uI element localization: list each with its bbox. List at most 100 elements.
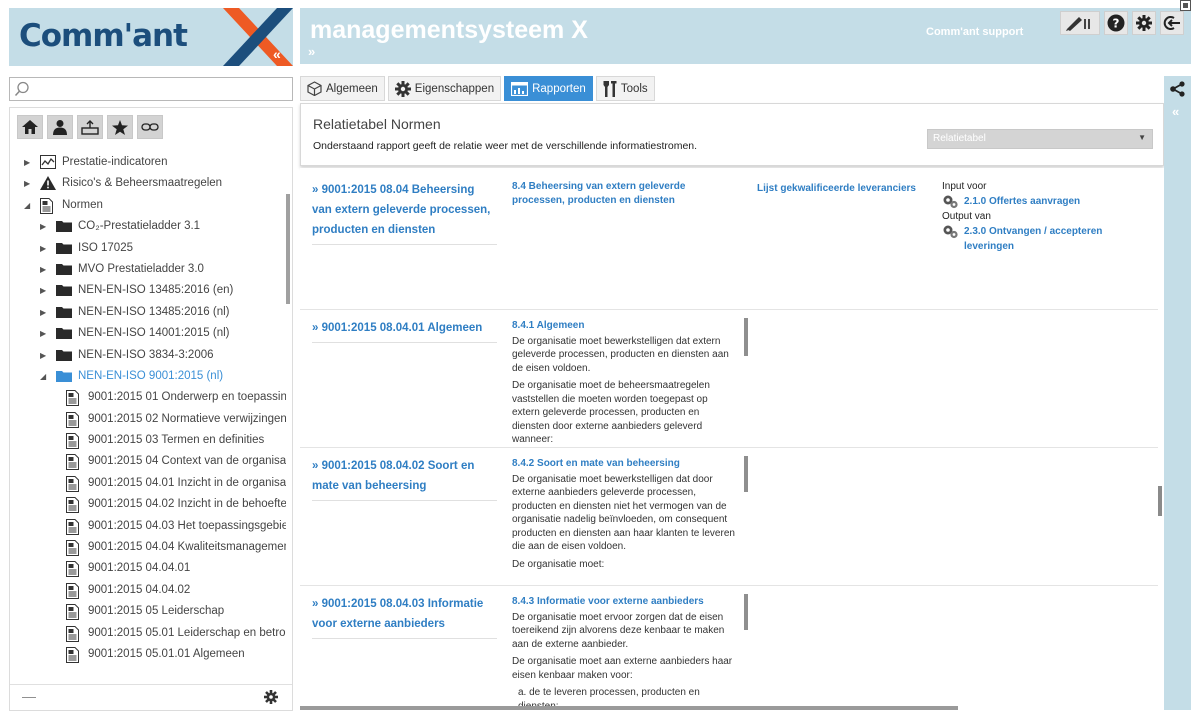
right-panel-collapse-button[interactable]: «	[1172, 104, 1179, 119]
edit-button[interactable]	[1060, 11, 1100, 35]
tree-item[interactable]: 9001:2015 04.04.01	[10, 558, 286, 579]
expand-arrow-icon[interactable]: ▶	[40, 323, 46, 344]
tree-item[interactable]: 9001:2015 04.04.02	[10, 580, 286, 601]
collapse-arrow-icon[interactable]: ◢	[24, 195, 30, 216]
tree-item[interactable]: ▶ MVO Prestatieladder 3.0	[10, 259, 286, 280]
tree-item[interactable]: ▶ CO₂-Prestatieladder 3.1	[10, 216, 286, 237]
logout-button[interactable]	[1160, 11, 1184, 35]
tree-item[interactable]: 9001:2015 01 Onderwerp en toepassing	[10, 387, 286, 408]
share-icon[interactable]	[1170, 81, 1185, 97]
tree-item[interactable]: ▶ Prestatie-indicatoren	[10, 152, 286, 173]
tab-eigenschappen[interactable]: Eigenschappen	[387, 76, 502, 101]
tree-item[interactable]: ◢ Normen	[10, 195, 286, 216]
logo-panel: Comm'ant «	[9, 8, 293, 66]
document-icon	[66, 604, 79, 621]
chart-icon	[40, 155, 56, 169]
header-icons: ?	[1060, 11, 1184, 35]
tree-item[interactable]: 9001:2015 05 Leiderschap	[10, 601, 286, 622]
home-button[interactable]	[17, 115, 43, 139]
norm-text: 8.4 Beheersing van extern geleverde proc…	[512, 180, 737, 209]
tree-item-label: 9001:2015 04.03 Het toepassingsgebied	[88, 519, 286, 532]
links-button[interactable]	[137, 115, 163, 139]
report-table: » 9001:2015 08.04 Beheersing van extern …	[300, 168, 1164, 706]
tree-scrollbar[interactable]	[286, 194, 290, 304]
link-icon	[141, 123, 159, 131]
settings-button[interactable]	[1132, 11, 1156, 35]
expand-arrow-icon[interactable]: ▶	[40, 238, 46, 259]
tree-item[interactable]: ▶ NEN-EN-ISO 13485:2016 (nl)	[10, 302, 286, 323]
expand-arrow-icon[interactable]: ▶	[40, 345, 46, 366]
report-horizontal-scrollbar[interactable]	[300, 706, 958, 710]
norm-link[interactable]: » 9001:2015 08.04.02 Soort en mate van b…	[312, 456, 497, 501]
norm-heading[interactable]: 8.4.1 Algemeen	[512, 319, 737, 333]
tree-item-label: 9001:2015 05.01.01 Algemeen	[88, 647, 245, 660]
fullscreen-icon[interactable]	[1180, 0, 1191, 11]
output-process-link[interactable]: 2.3.0 Ontvangen / accepteren leveringen	[964, 226, 1102, 252]
chevron-down-icon: ▼	[1138, 133, 1146, 142]
tree-item[interactable]: 9001:2015 04.02 Inzicht in de behoeften	[10, 494, 286, 515]
folder-icon	[56, 328, 72, 340]
tree-item-label: 9001:2015 04.04.02	[88, 583, 191, 596]
tree-item[interactable]: ▶ NEN-EN-ISO 13485:2016 (en)	[10, 280, 286, 301]
norm-heading[interactable]: 8.4.2 Soort en mate van beheersing	[512, 457, 737, 471]
tree-item[interactable]: ▶ NEN-EN-ISO 14001:2015 (nl)	[10, 323, 286, 344]
help-button[interactable]: ?	[1104, 11, 1128, 35]
tree-item[interactable]: 9001:2015 05.01.01 Algemeen	[10, 644, 286, 665]
favorites-button[interactable]	[107, 115, 133, 139]
tree-item-label: 9001:2015 04.04.01	[88, 562, 191, 575]
tree-item[interactable]: ◢ NEN-EN-ISO 9001:2015 (nl)	[10, 366, 286, 387]
expand-arrow-icon[interactable]: ▶	[40, 259, 46, 280]
norm-link[interactable]: » 9001:2015 08.04.03 Informatie voor ext…	[312, 594, 497, 639]
tree-item[interactable]: ▶ Risico's & Beheersmaatregelen	[10, 173, 286, 194]
search-input[interactable]	[34, 80, 284, 98]
norm-link[interactable]: » 9001:2015 08.04 Beheersing van extern …	[312, 180, 497, 245]
report-select-value: Relatietabel	[933, 133, 986, 144]
expand-arrow-icon[interactable]: ▶	[24, 152, 30, 173]
document-icon	[66, 454, 79, 471]
inbox-icon	[81, 119, 99, 135]
tab-tools[interactable]: Tools	[595, 76, 655, 101]
tree-item-label: NEN-EN-ISO 9001:2015 (nl)	[78, 369, 224, 382]
tree-item[interactable]: 9001:2015 02 Normatieve verwijzingen	[10, 409, 286, 430]
norm-text: 8.4.1 Algemeen De organisatie moet bewer…	[512, 319, 737, 451]
sidebar-collapse-button[interactable]: «	[273, 46, 281, 62]
tab-label: Eigenschappen	[414, 82, 495, 95]
tree-item[interactable]: 9001:2015 04 Context van de organisatie	[10, 451, 286, 472]
tree-item-label: NEN-EN-ISO 14001:2015 (nl)	[78, 327, 230, 340]
tree-footer-collapse[interactable]: —	[22, 688, 36, 704]
report-type-select[interactable]: Relatietabel ▼	[927, 129, 1153, 149]
report-vertical-scrollbar[interactable]	[1158, 486, 1162, 516]
norm-heading[interactable]: 8.4 Beheersing van extern geleverde proc…	[512, 180, 737, 207]
text-scroll-indicator	[744, 456, 748, 492]
gear-icon[interactable]	[264, 690, 278, 704]
expand-arrow-icon[interactable]: ▶	[24, 173, 30, 194]
inbox-button[interactable]	[77, 115, 103, 139]
svg-text:?: ?	[1113, 17, 1120, 31]
tree-item[interactable]: 9001:2015 04.01 Inzicht in de organisati…	[10, 473, 286, 494]
tab-rapporten[interactable]: Rapporten	[504, 76, 593, 101]
expand-arrow-icon[interactable]: ▶	[40, 280, 46, 301]
tree-item[interactable]: ▶ NEN-EN-ISO 3834-3:2006	[10, 345, 286, 366]
document-icon	[66, 390, 79, 407]
collapse-arrow-icon[interactable]: ◢	[40, 366, 46, 387]
norm-heading[interactable]: 8.4.3 Informatie voor externe aanbieders	[512, 595, 737, 609]
tree-search-box[interactable]	[9, 77, 293, 101]
tree-item-label: Normen	[62, 198, 103, 211]
document-icon	[66, 518, 79, 535]
norm-text: 8.4.3 Informatie voor externe aanbieders…	[512, 595, 737, 706]
norm-link[interactable]: » 9001:2015 08.04.01 Algemeen	[312, 318, 497, 343]
user-button[interactable]	[47, 115, 73, 139]
tab-algemeen[interactable]: Algemeen	[300, 76, 385, 101]
tree-item[interactable]: ▶ ISO 17025	[10, 238, 286, 259]
expand-arrow-icon[interactable]: ▶	[40, 302, 46, 323]
tree-item[interactable]: 9001:2015 05.01 Leiderschap en betrokken…	[10, 623, 286, 644]
input-process-link[interactable]: 2.1.0 Offertes aanvragen	[964, 196, 1080, 207]
tree-item[interactable]: 9001:2015 04.03 Het toepassingsgebied	[10, 516, 286, 537]
expand-button[interactable]: »	[308, 44, 315, 59]
tree-item-label: Risico's & Beheersmaatregelen	[62, 177, 223, 190]
expand-arrow-icon[interactable]: ▶	[40, 216, 46, 237]
tree-item[interactable]: 9001:2015 03 Termen en definities	[10, 430, 286, 451]
support-link[interactable]: Comm'ant support	[926, 26, 1023, 38]
related-document-link[interactable]: Lijst gekwalificeerde leveranciers	[757, 183, 916, 194]
tree-item[interactable]: 9001:2015 04.04 Kwaliteitsmanagements	[10, 537, 286, 558]
